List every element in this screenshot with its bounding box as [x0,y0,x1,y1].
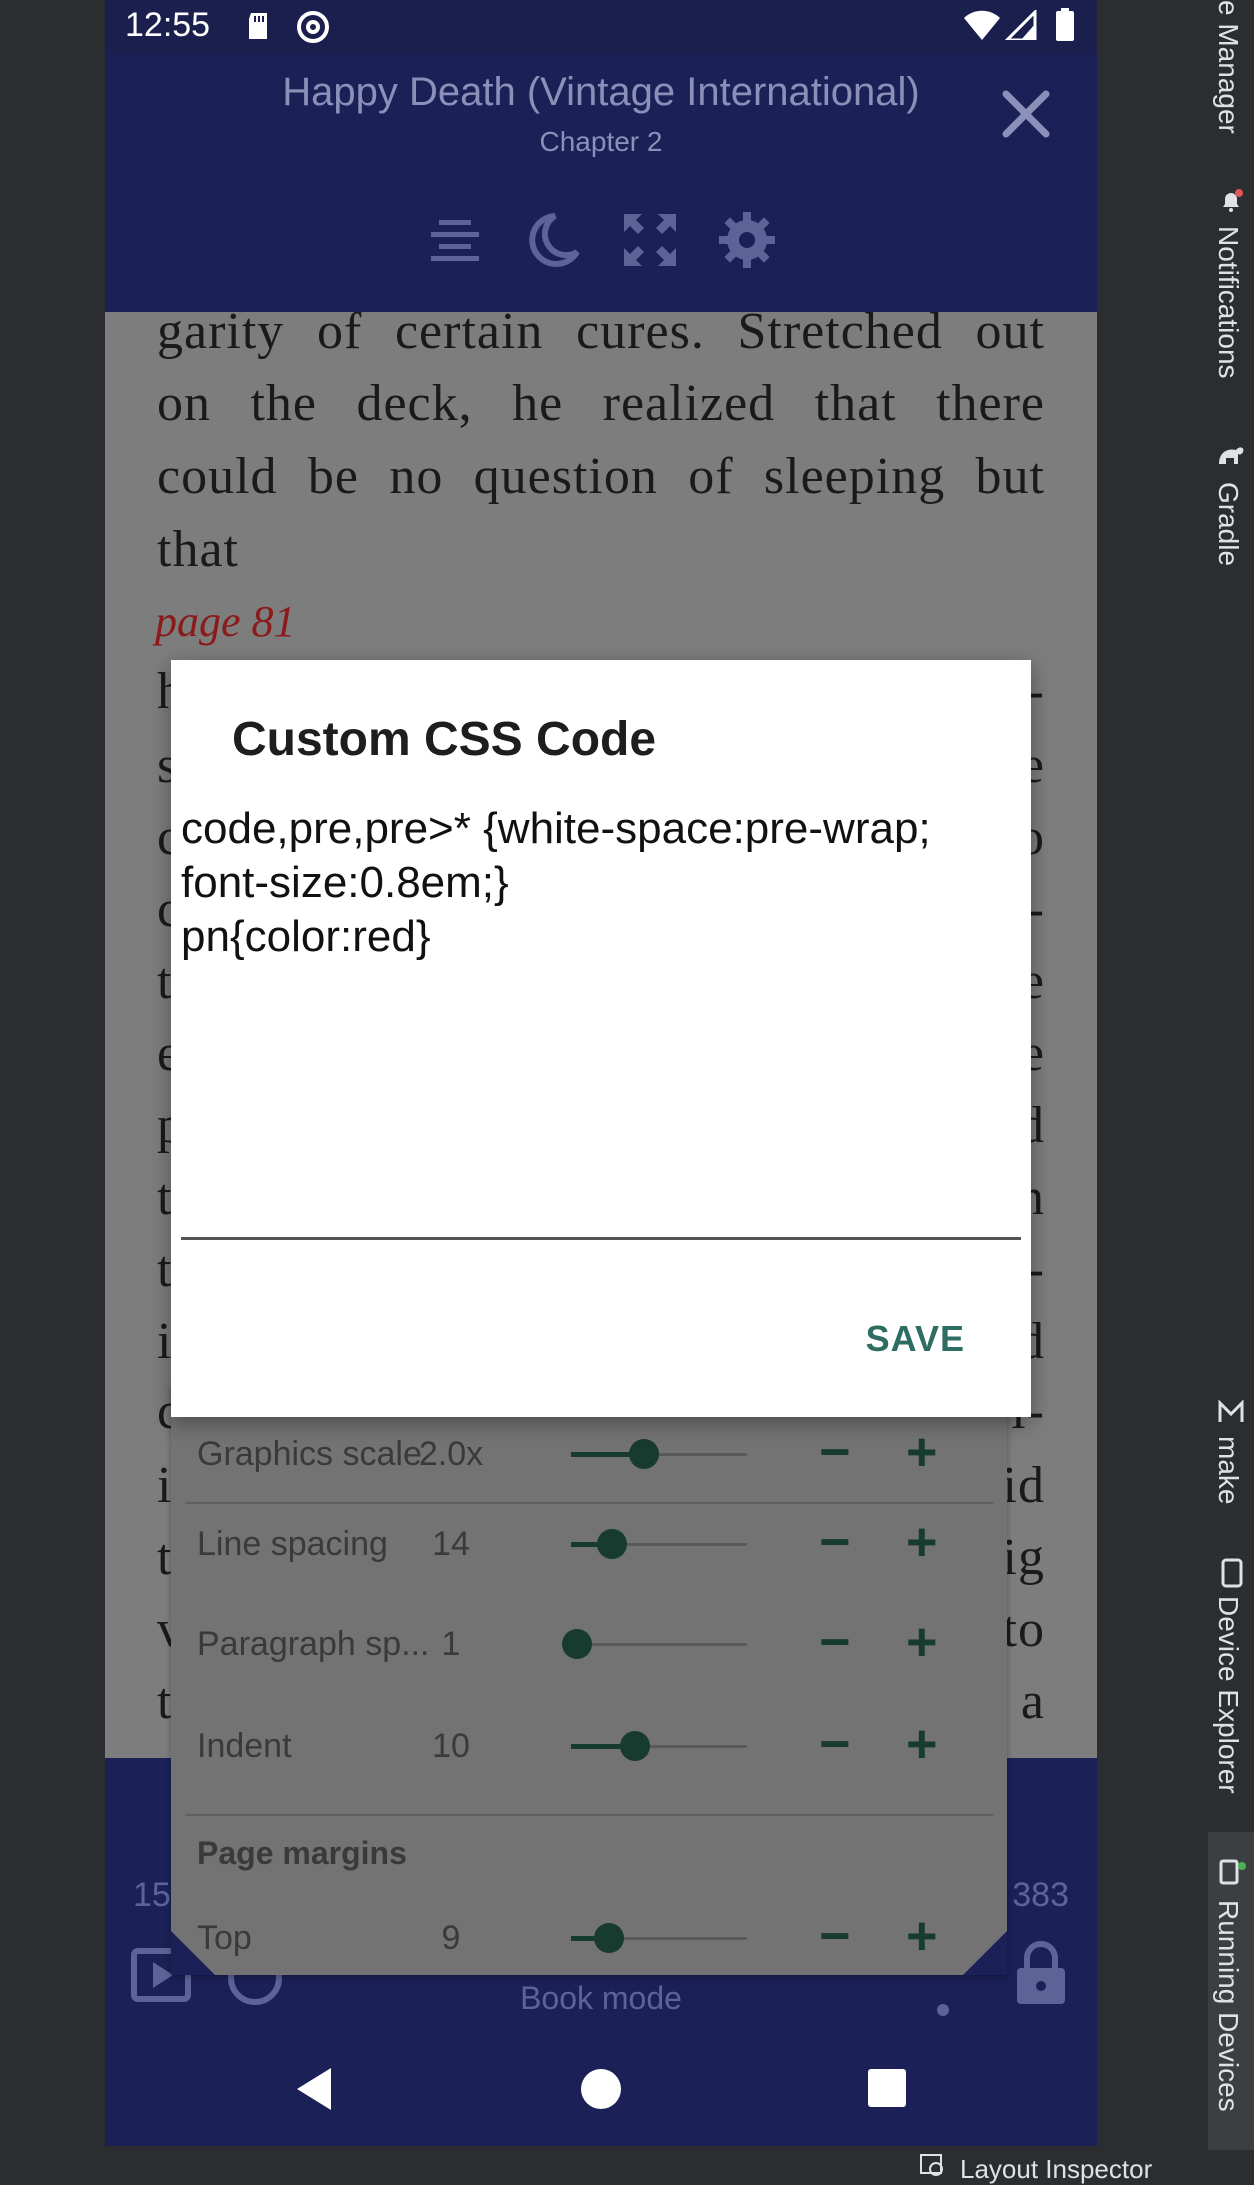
css-code-input[interactable]: code,pre,pre>* {white-space:pre-wrap; fo… [181,802,1021,964]
bell-icon [1218,188,1244,214]
ide-tab-device-explorer[interactable]: Device Explorer [1212,1596,1244,1794]
back-icon[interactable] [295,2066,335,2117]
panel-corner-right [963,1931,1007,1975]
make-icon [1216,1399,1246,1424]
more-dots-icon[interactable] [935,1988,951,2018]
device-explorer-icon [1220,1558,1244,1588]
ide-tab-make[interactable]: make [1212,1436,1244,1504]
settings-gear-icon[interactable] [717,210,777,270]
page-margins-heading: Page margins [197,1835,407,1871]
reader-app-bar: Happy Death (Vintage International) Chap… [105,54,1097,312]
at-sign-icon [295,9,331,50]
status-time: 12:55 [125,6,211,44]
input-underline [181,1237,1021,1240]
save-button[interactable]: SAVE [866,1318,965,1360]
total-pages-label: 383 [1012,1876,1069,1914]
cell-signal-icon [1003,8,1037,45]
dialog-title: Custom CSS Code [232,713,657,766]
gradle-icon [1216,442,1246,468]
battery-icon [1055,8,1075,47]
ide-tab-notifications[interactable]: Notifications [1212,226,1244,379]
device-screen: 12:55 Happy Death (Vintage International… [105,0,1097,2146]
ide-tab-device-manager[interactable]: e Manager [1212,0,1244,134]
ide-bottom-bar: Layout Inspector [0,2150,1254,2184]
chapter-subtitle: Chapter 2 [539,126,663,157]
lock-icon[interactable] [1013,1940,1069,2006]
ide-tab-gradle[interactable]: Gradle [1212,482,1244,566]
setting-slider[interactable] [571,1923,747,1953]
recents-icon[interactable] [867,2068,907,2113]
close-icon[interactable] [1000,88,1052,140]
panel-corner-left [171,1931,215,1975]
home-icon[interactable] [580,2068,622,2115]
night-mode-icon[interactable] [523,210,583,270]
current-page-label: 15 [133,1876,171,1914]
fullscreen-icon[interactable] [620,210,680,270]
layout-inspector-label[interactable]: Layout Inspector [960,2154,1152,2185]
align-icon[interactable] [425,214,485,270]
decrease-button[interactable]: − [819,1909,851,1963]
sd-card-icon [245,11,271,46]
slider-knob[interactable] [593,1923,624,1953]
divider [185,1814,993,1816]
setting-row-top-margin: Top 9 − + [171,1897,1007,1977]
status-bar: 12:55 [105,0,1097,54]
ide-tab-running-devices[interactable]: Running Devices [1212,1900,1244,2112]
custom-css-dialog: Custom CSS Code code,pre,pre>* {white-sp… [171,660,1031,1417]
wifi-icon [963,10,1001,45]
setting-value: 9 [441,1919,461,1957]
layout-inspector-icon [918,2152,948,2180]
increase-button[interactable]: + [906,1909,938,1963]
system-nav-bar [105,2036,1097,2146]
book-title: Happy Death (Vintage International) [282,70,920,114]
running-devices-icon [1218,1858,1248,1888]
